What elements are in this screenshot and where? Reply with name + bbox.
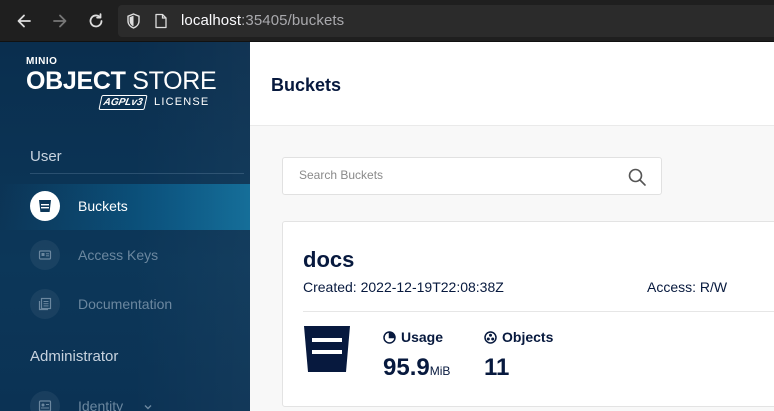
reload-button[interactable] — [83, 8, 109, 34]
bucket-name[interactable]: docs — [303, 247, 354, 273]
sidebar-item-access-keys[interactable]: Access Keys — [0, 233, 250, 279]
page-title: Buckets — [271, 75, 342, 95]
url-text: localhost:35405/buckets — [181, 12, 344, 29]
bucket-icon — [303, 324, 351, 374]
objects-icon — [484, 330, 497, 344]
objects-value: 11 — [484, 354, 510, 381]
bucket-access: Access: R/W — [647, 279, 728, 295]
search-icon[interactable] — [627, 167, 647, 187]
section-divider — [30, 173, 244, 174]
section-title-user: User — [30, 148, 62, 165]
search-box[interactable] — [282, 157, 662, 195]
objects-header: Objects — [484, 329, 553, 345]
pie-chart-icon — [383, 330, 396, 344]
objects-label: Objects — [502, 329, 554, 345]
sidebar-item-label: Documentation — [78, 296, 173, 312]
agpl-badge: AGPLv3 — [98, 95, 148, 110]
bucket-created: Created: 2022-12-19T22:08:38Z — [303, 279, 504, 295]
forward-button[interactable] — [47, 8, 73, 34]
access-keys-icon — [30, 240, 60, 270]
page-info-icon[interactable] — [154, 13, 168, 34]
shield-icon[interactable] — [126, 13, 141, 34]
logo-product-bold: OBJECT — [26, 67, 126, 95]
sidebar-item-label: Identity — [78, 398, 124, 411]
logo-license: LICENSE — [154, 96, 210, 108]
sidebar: MINIO OBJECT STORE AGPLv3 LICENSE User B… — [0, 42, 250, 411]
identity-icon — [30, 391, 60, 411]
sidebar-item-buckets[interactable]: Buckets — [0, 184, 250, 230]
browser-toolbar: localhost:35405/buckets — [0, 0, 774, 42]
objects-metric: Objects 11 — [484, 329, 553, 382]
usage-metric: Usage 95.9MiB — [383, 329, 450, 382]
usage-label: Usage — [401, 329, 444, 345]
sidebar-item-label: Access Keys — [78, 247, 159, 263]
usage-value: 95.9 — [383, 354, 430, 381]
logo-product: OBJECT STORE — [26, 67, 217, 96]
address-bar[interactable]: localhost:35405/buckets — [118, 5, 774, 37]
page-header: Buckets — [250, 42, 774, 126]
section-title-administrator: Administrator — [30, 348, 119, 365]
card-divider — [303, 311, 774, 312]
usage-unit: MiB — [429, 364, 451, 378]
sidebar-item-documentation[interactable]: Documentation — [0, 282, 250, 328]
logo-brand: MINIO — [26, 56, 58, 67]
minio-logo[interactable]: MINIO OBJECT STORE AGPLv3 LICENSE — [26, 56, 217, 112]
arrow-left-icon — [17, 14, 31, 28]
sidebar-item-identity[interactable]: Identity — [0, 384, 250, 411]
bucket-icon — [30, 191, 60, 221]
back-button[interactable] — [11, 8, 37, 34]
sidebar-item-label: Buckets — [78, 198, 128, 214]
usage-value-wrap: 95.9MiB — [383, 354, 450, 382]
usage-header: Usage — [383, 329, 450, 345]
search-input[interactable] — [299, 168, 619, 182]
arrow-right-icon — [53, 14, 67, 28]
logo-product-thin: STORE — [125, 67, 217, 95]
url-path: :35405/buckets — [241, 12, 345, 29]
reload-icon — [89, 13, 103, 28]
chevron-down-icon[interactable] — [142, 400, 154, 411]
documentation-icon — [30, 289, 60, 319]
url-host: localhost — [181, 12, 242, 29]
bucket-card[interactable]: docs Created: 2022-12-19T22:08:38Z Acces… — [282, 221, 774, 407]
